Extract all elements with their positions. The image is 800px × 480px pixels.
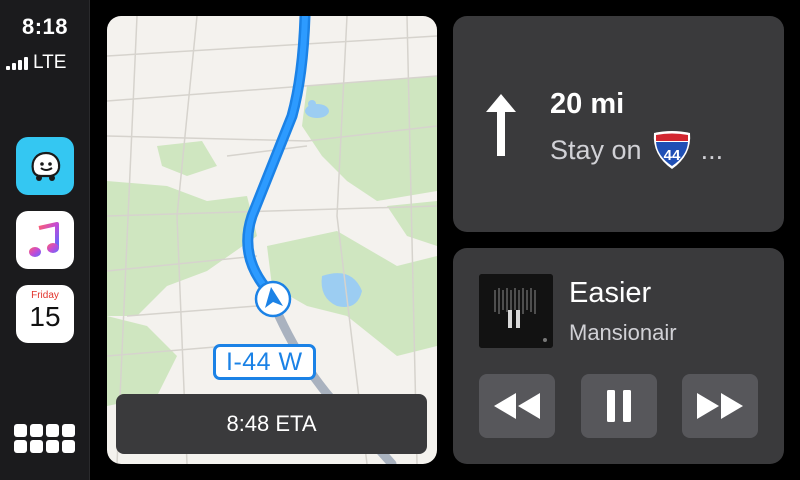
fast-forward-icon — [697, 393, 743, 419]
instruction-text: Stay on — [550, 134, 642, 165]
waze-icon — [31, 151, 61, 181]
signal-strength-icon — [6, 56, 28, 70]
map-view[interactable]: I-44 W 8:48 ETA — [107, 16, 437, 464]
app-grid-icon[interactable] — [14, 424, 76, 458]
interstate-shield-icon: 44 — [653, 131, 690, 169]
album-art-image — [479, 274, 553, 348]
music-app-button[interactable] — [16, 211, 74, 269]
waze-app-button[interactable] — [16, 137, 74, 195]
fast-forward-button[interactable] — [682, 374, 758, 438]
calendar-day: Friday — [31, 290, 59, 301]
current-location-icon — [254, 280, 292, 318]
song-artist: Mansionair — [569, 320, 677, 345]
pause-button[interactable] — [581, 374, 657, 438]
navigation-card[interactable]: 20 mi Stay on 44 ... — [453, 16, 784, 232]
maneuver-distance: 20 mi — [550, 88, 625, 120]
song-title: Easier — [569, 277, 652, 309]
calendar-app-button[interactable]: Friday 15 — [16, 285, 74, 343]
shield-number: 44 — [663, 147, 680, 164]
now-playing-card[interactable]: Easier Mansionair — [453, 248, 784, 464]
rewind-button[interactable] — [479, 374, 555, 438]
album-art[interactable] — [479, 274, 553, 348]
network-type: LTE — [33, 52, 67, 73]
signal-status: LTE — [6, 52, 66, 74]
instruction-ellipsis: ... — [700, 134, 724, 165]
sidebar: 8:18 LTE Friday 15 — [0, 0, 90, 480]
pause-icon — [607, 390, 631, 422]
straight-arrow-icon — [486, 94, 516, 156]
calendar-date: 15 — [29, 301, 61, 332]
rewind-icon — [494, 393, 540, 419]
music-note-icon — [29, 222, 59, 257]
maneuver-instruction: Stay on 44 ... — [550, 129, 723, 171]
eta-button[interactable]: 8:48 ETA — [116, 394, 427, 454]
road-name-label: I-44 W — [213, 344, 316, 380]
clock: 8:18 — [21, 14, 69, 39]
